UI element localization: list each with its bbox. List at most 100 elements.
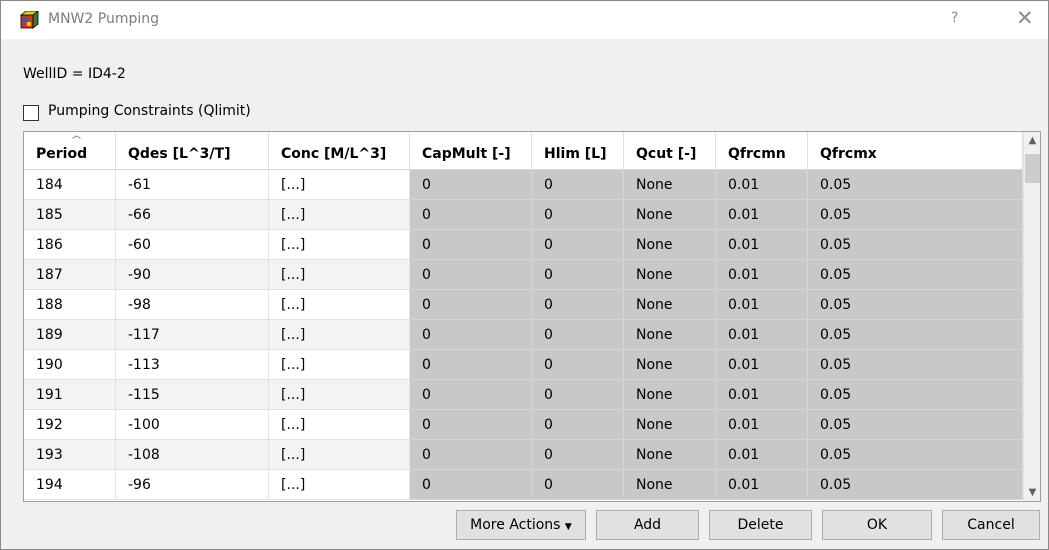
cell-qdes[interactable]: -113 xyxy=(116,350,269,380)
cell-qcut: None xyxy=(624,230,716,260)
chevron-down-icon[interactable]: ▼ xyxy=(1024,484,1040,501)
table-row[interactable]: 194 -96 [...] 0 0 None 0.01 0.05 xyxy=(24,470,1023,500)
cell-hlim: 0 xyxy=(532,350,624,380)
grid-header: Period ︿ Qdes [L^3/T] Conc [M/L^3] CapMult [… xyxy=(24,132,1023,170)
table-row[interactable]: 190 -113 [...] 0 0 None 0.01 0.05 xyxy=(24,350,1023,380)
cell-period[interactable]: 184 xyxy=(24,170,116,200)
table-row[interactable]: 184 -61 [...] 0 0 None 0.01 0.05 xyxy=(24,170,1023,200)
cell-capmult: 0 xyxy=(410,380,532,410)
cell-conc[interactable]: [...] xyxy=(269,170,410,200)
table-row[interactable]: 186 -60 [...] 0 0 None 0.01 0.05 xyxy=(24,230,1023,260)
chevron-up-icon[interactable]: ▲ xyxy=(1024,132,1040,149)
title-bar: MNW2 Pumping ? ✕ xyxy=(1,1,1048,39)
cell-capmult: 0 xyxy=(410,170,532,200)
cell-conc[interactable]: [...] xyxy=(269,440,410,470)
mnw2-pumping-dialog: MNW2 Pumping ? ✕ WellID = ID4-2 Pumping … xyxy=(0,0,1049,550)
column-header-label: Conc [M/L^3] xyxy=(281,146,387,162)
ok-button[interactable]: OK xyxy=(822,510,932,540)
cell-qfrcmn: 0.01 xyxy=(716,290,808,320)
cell-conc[interactable]: [...] xyxy=(269,260,410,290)
cell-capmult: 0 xyxy=(410,320,532,350)
pumping-constraints-label[interactable]: Pumping Constraints (Qlimit) xyxy=(48,103,251,119)
table-row[interactable]: 192 -100 [...] 0 0 None 0.01 0.05 xyxy=(24,410,1023,440)
cell-qcut: None xyxy=(624,380,716,410)
cell-capmult: 0 xyxy=(410,470,532,500)
column-header-period[interactable]: Period ︿ xyxy=(24,132,116,170)
cell-hlim: 0 xyxy=(532,200,624,230)
cell-qcut: None xyxy=(624,320,716,350)
cell-period[interactable]: 188 xyxy=(24,290,116,320)
cell-qfrcmn: 0.01 xyxy=(716,200,808,230)
cell-conc[interactable]: [...] xyxy=(269,290,410,320)
column-header-qfrcmn[interactable]: Qfrcmn xyxy=(716,132,808,170)
cell-qdes[interactable]: -100 xyxy=(116,410,269,440)
pumping-constraints-checkbox[interactable] xyxy=(23,105,39,121)
cell-conc[interactable]: [...] xyxy=(269,470,410,500)
cell-qfrcmn: 0.01 xyxy=(716,470,808,500)
column-header-label: Qdes [L^3/T] xyxy=(128,146,231,162)
cell-qdes[interactable]: -90 xyxy=(116,260,269,290)
more-actions-button[interactable]: More Actions ▼ xyxy=(456,510,586,540)
delete-button[interactable]: Delete xyxy=(709,510,812,540)
cell-hlim: 0 xyxy=(532,440,624,470)
table-row[interactable]: 187 -90 [...] 0 0 None 0.01 0.05 xyxy=(24,260,1023,290)
cell-qdes[interactable]: -98 xyxy=(116,290,269,320)
table-row[interactable]: 188 -98 [...] 0 0 None 0.01 0.05 xyxy=(24,290,1023,320)
cell-qfrcmn: 0.01 xyxy=(716,380,808,410)
column-header-conc[interactable]: Conc [M/L^3] xyxy=(269,132,410,170)
close-button[interactable]: ✕ xyxy=(1016,6,1034,30)
cell-capmult: 0 xyxy=(410,350,532,380)
vertical-scrollbar[interactable]: ▲ ▼ xyxy=(1023,132,1040,501)
column-header-capmult[interactable]: CapMult [-] xyxy=(410,132,532,170)
cell-period[interactable]: 185 xyxy=(24,200,116,230)
cell-period[interactable]: 189 xyxy=(24,320,116,350)
cell-qfrcmx: 0.05 xyxy=(808,230,1023,260)
table-row[interactable]: 185 -66 [...] 0 0 None 0.01 0.05 xyxy=(24,200,1023,230)
cell-conc[interactable]: [...] xyxy=(269,230,410,260)
column-header-qfrcmx[interactable]: Qfrcmx xyxy=(808,132,1023,170)
cell-conc[interactable]: [...] xyxy=(269,200,410,230)
app-cube-icon xyxy=(20,11,39,29)
column-header-qcut[interactable]: Qcut [-] xyxy=(624,132,716,170)
table-row[interactable]: 189 -117 [...] 0 0 None 0.01 0.05 xyxy=(24,320,1023,350)
cancel-button[interactable]: Cancel xyxy=(942,510,1040,540)
table-row[interactable]: 193 -108 [...] 0 0 None 0.01 0.05 xyxy=(24,440,1023,470)
column-header-label: Hlim [L] xyxy=(544,146,607,162)
cell-qfrcmx: 0.05 xyxy=(808,290,1023,320)
cell-conc[interactable]: [...] xyxy=(269,350,410,380)
cell-qdes[interactable]: -60 xyxy=(116,230,269,260)
cell-qdes[interactable]: -108 xyxy=(116,440,269,470)
cell-capmult: 0 xyxy=(410,200,532,230)
table-row[interactable]: 191 -115 [...] 0 0 None 0.01 0.05 xyxy=(24,380,1023,410)
cell-qdes[interactable]: -117 xyxy=(116,320,269,350)
column-header-qdes[interactable]: Qdes [L^3/T] xyxy=(116,132,269,170)
cell-qdes[interactable]: -66 xyxy=(116,200,269,230)
cell-qcut: None xyxy=(624,410,716,440)
column-header-hlim[interactable]: Hlim [L] xyxy=(532,132,624,170)
cell-conc[interactable]: [...] xyxy=(269,320,410,350)
cell-period[interactable]: 194 xyxy=(24,470,116,500)
cell-period[interactable]: 193 xyxy=(24,440,116,470)
cell-qdes[interactable]: -61 xyxy=(116,170,269,200)
scroll-thumb[interactable] xyxy=(1025,154,1040,183)
help-button[interactable]: ? xyxy=(951,10,958,26)
window-title: MNW2 Pumping xyxy=(48,11,159,27)
cell-hlim: 0 xyxy=(532,170,624,200)
cell-conc[interactable]: [...] xyxy=(269,410,410,440)
cell-qfrcmx: 0.05 xyxy=(808,380,1023,410)
cell-period[interactable]: 192 xyxy=(24,410,116,440)
cell-period[interactable]: 187 xyxy=(24,260,116,290)
cell-period[interactable]: 186 xyxy=(24,230,116,260)
column-header-label: Qcut [-] xyxy=(636,146,697,162)
cell-capmult: 0 xyxy=(410,440,532,470)
cell-period[interactable]: 190 xyxy=(24,350,116,380)
cell-qdes[interactable]: -96 xyxy=(116,470,269,500)
cell-hlim: 0 xyxy=(532,380,624,410)
cell-period[interactable]: 191 xyxy=(24,380,116,410)
column-header-label: Qfrcmx xyxy=(820,146,877,162)
add-button[interactable]: Add xyxy=(596,510,699,540)
cell-qcut: None xyxy=(624,440,716,470)
cell-qfrcmx: 0.05 xyxy=(808,470,1023,500)
cell-qdes[interactable]: -115 xyxy=(116,380,269,410)
cell-conc[interactable]: [...] xyxy=(269,380,410,410)
